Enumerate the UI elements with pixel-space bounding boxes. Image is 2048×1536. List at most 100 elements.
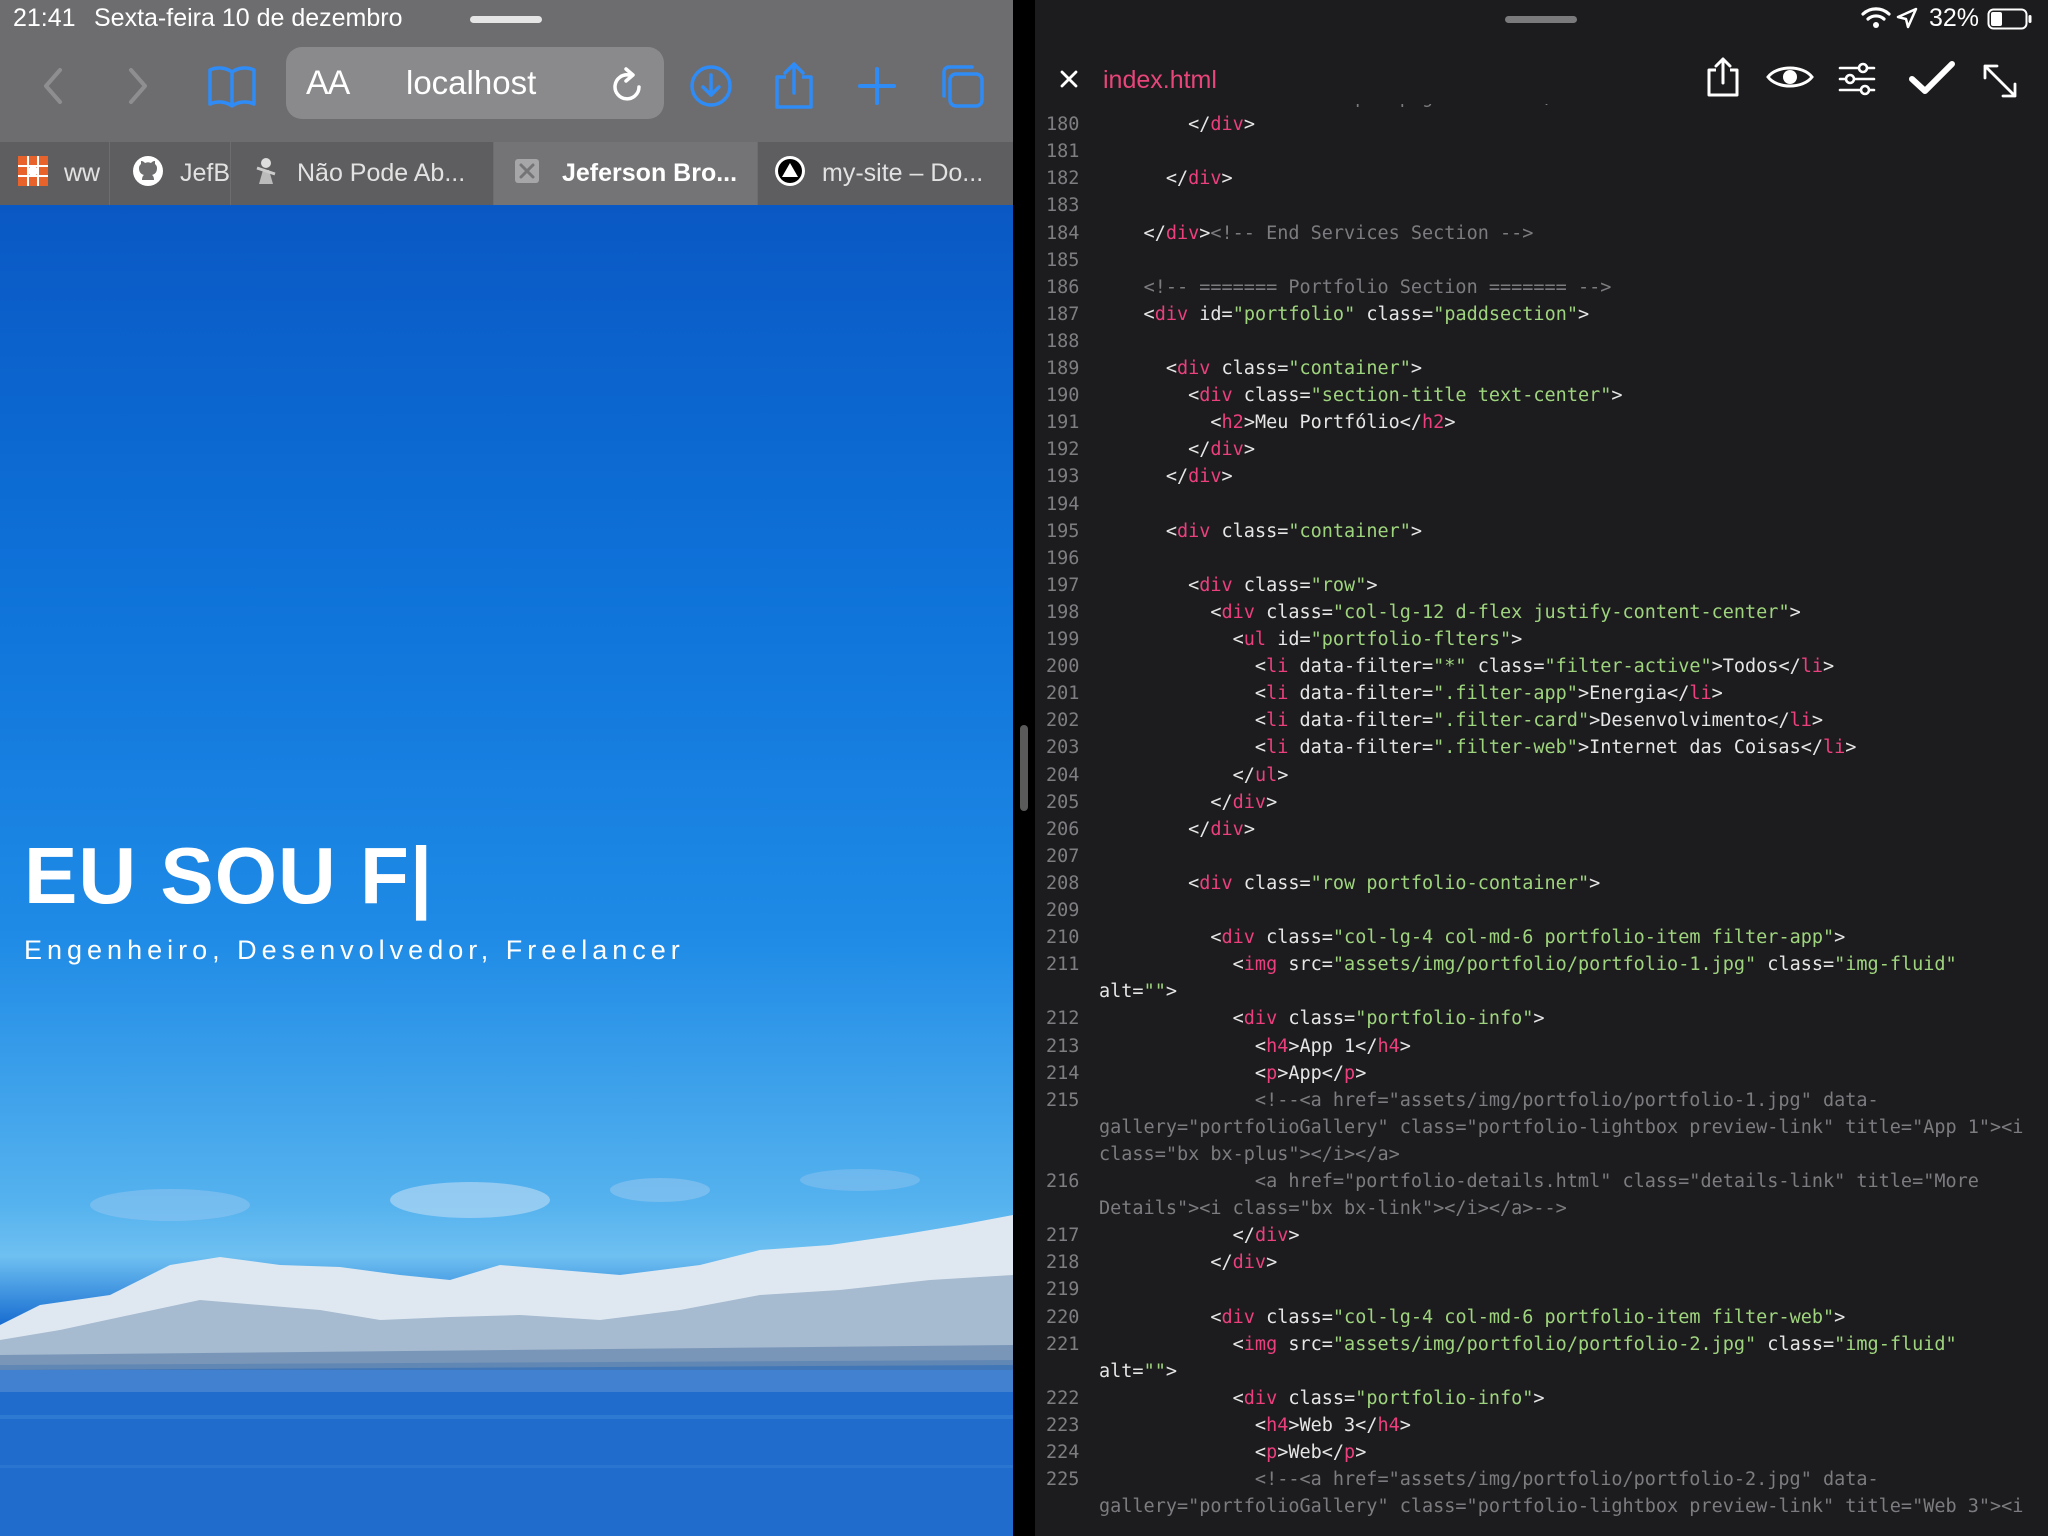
code-line[interactable]: 180 </div> bbox=[1035, 111, 2048, 138]
url-text[interactable]: localhost bbox=[406, 64, 536, 102]
close-icon[interactable] bbox=[1058, 68, 1080, 95]
eye-preview-icon[interactable] bbox=[1765, 62, 1815, 97]
code-line[interactable]: 224 <p>Web</p> bbox=[1035, 1439, 2048, 1466]
multitasking-grabber[interactable] bbox=[1505, 16, 1577, 23]
code-text[interactable]: <div class="portfolio-info"> bbox=[1099, 1005, 1545, 1032]
code-line[interactable]: 192 </div> bbox=[1035, 436, 2048, 463]
code-line[interactable]: 200 <li data-filter="*" class="filter-ac… bbox=[1035, 653, 2048, 680]
share-icon[interactable] bbox=[1705, 56, 1741, 103]
code-text[interactable]: </div> bbox=[1099, 1222, 1300, 1249]
code-text[interactable]: <p>Web</p> bbox=[1099, 1439, 1366, 1466]
code-text[interactable]: <div class="col-lg-4 col-md-6 portfolio-… bbox=[1099, 924, 1845, 951]
code-text[interactable]: <div class="section-title text-center"> bbox=[1099, 382, 1622, 409]
code-line[interactable]: 186 <!-- ======= Portfolio Section =====… bbox=[1035, 274, 2048, 301]
code-line[interactable]: 198 <div class="col-lg-12 d-flex justify… bbox=[1035, 599, 2048, 626]
code-text[interactable]: <img src="assets/img/portfolio/portfolio… bbox=[1099, 1331, 1957, 1358]
expand-icon[interactable] bbox=[1981, 62, 2019, 105]
checkmark-icon[interactable] bbox=[1908, 60, 1956, 101]
text-size-button[interactable]: AA bbox=[306, 64, 350, 103]
code-text[interactable]: <li data-filter="*" class="filter-active… bbox=[1099, 653, 1834, 680]
code-text[interactable]: <div class="container"> bbox=[1099, 355, 1422, 382]
code-text[interactable]: gallery="portfolioGallery" class="portfo… bbox=[1099, 1493, 2023, 1520]
code-text[interactable]: <h2>Meu Portfólio</h2> bbox=[1099, 409, 1455, 436]
tab-overview-icon[interactable] bbox=[934, 58, 990, 114]
code-line[interactable]: 215 <!--<a href="assets/img/portfolio/po… bbox=[1035, 1087, 2048, 1114]
code-text[interactable]: <div class="portfolio-info"> bbox=[1099, 1385, 1545, 1412]
code-line[interactable]: 194 bbox=[1035, 491, 2048, 518]
code-line[interactable]: 185 bbox=[1035, 247, 2048, 274]
code-text[interactable]: <li data-filter=".filter-card">Desenvolv… bbox=[1099, 707, 1823, 734]
code-line[interactable]: 196 bbox=[1035, 545, 2048, 572]
code-line[interactable]: alt=""> bbox=[1035, 1358, 2048, 1385]
forward-icon[interactable] bbox=[110, 58, 166, 114]
code-line[interactable]: 193 </div> bbox=[1035, 463, 2048, 490]
code-line[interactable]: 181 bbox=[1035, 138, 2048, 165]
reload-icon[interactable] bbox=[600, 58, 656, 114]
code-text[interactable]: Details"><i class="bx bx-link"></i></a>-… bbox=[1099, 1195, 1567, 1222]
code-text[interactable]: </div> bbox=[1099, 111, 1255, 138]
code-line[interactable]: 209 bbox=[1035, 897, 2048, 924]
downloads-icon[interactable] bbox=[683, 58, 739, 114]
code-text[interactable]: </div><!-- End Services Section --> bbox=[1099, 220, 1534, 247]
code-line[interactable]: 216 <a href="portfolio-details.html" cla… bbox=[1035, 1168, 2048, 1195]
code-text[interactable]: <h4>App 1</h4> bbox=[1099, 1033, 1411, 1060]
share-icon[interactable] bbox=[766, 58, 822, 114]
multitasking-grabber[interactable] bbox=[470, 16, 542, 23]
code-line[interactable]: 214 <p>App</p> bbox=[1035, 1060, 2048, 1087]
code-line[interactable]: 219 bbox=[1035, 1276, 2048, 1303]
code-line[interactable]: 208 <div class="row portfolio-container"… bbox=[1035, 870, 2048, 897]
code-text[interactable]: <div class="swiper-pagination"></div> bbox=[1099, 104, 1600, 111]
code-line[interactable]: 220 <div class="col-lg-4 col-md-6 portfo… bbox=[1035, 1304, 2048, 1331]
code-line[interactable]: 204 </ul> bbox=[1035, 762, 2048, 789]
code-editor[interactable]: 179 <div class="swiper-pagination"></div… bbox=[1035, 104, 2048, 1536]
code-text[interactable]: </ul> bbox=[1099, 762, 1289, 789]
code-text[interactable]: <div class="row"> bbox=[1099, 572, 1377, 599]
tab-item[interactable]: ww bbox=[0, 142, 109, 205]
code-line[interactable]: Details"><i class="bx bx-link"></i></a>-… bbox=[1035, 1195, 2048, 1222]
code-text[interactable]: </div> bbox=[1099, 436, 1255, 463]
code-text[interactable]: </div> bbox=[1099, 816, 1255, 843]
code-line[interactable]: 212 <div class="portfolio-info"> bbox=[1035, 1005, 2048, 1032]
code-text[interactable]: <ul id="portfolio-flters"> bbox=[1099, 626, 1523, 653]
code-text[interactable]: class="bx bx-plus"></i></a> bbox=[1099, 1141, 1400, 1168]
code-line[interactable]: 188 bbox=[1035, 328, 2048, 355]
code-line[interactable]: 195 <div class="container"> bbox=[1035, 518, 2048, 545]
tab-item[interactable]: Não Pode Ab... bbox=[231, 142, 493, 205]
code-line[interactable]: 223 <h4>Web 3</h4> bbox=[1035, 1412, 2048, 1439]
code-text[interactable]: <p>App</p> bbox=[1099, 1060, 1366, 1087]
code-text[interactable]: <li data-filter=".filter-app">Energia</l… bbox=[1099, 680, 1723, 707]
code-line[interactable]: 203 <li data-filter=".filter-web">Intern… bbox=[1035, 734, 2048, 761]
code-line[interactable]: 183 bbox=[1035, 192, 2048, 219]
code-line[interactable]: alt=""> bbox=[1035, 978, 2048, 1005]
code-text[interactable]: </div> bbox=[1099, 165, 1233, 192]
code-line[interactable]: 225 <!--<a href="assets/img/portfolio/po… bbox=[1035, 1466, 2048, 1493]
code-line[interactable]: 218 </div> bbox=[1035, 1249, 2048, 1276]
code-line[interactable]: 191 <h2>Meu Portfólio</h2> bbox=[1035, 409, 2048, 436]
code-line[interactable]: gallery="portfolioGallery" class="portfo… bbox=[1035, 1493, 2048, 1520]
code-line[interactable]: 205 </div> bbox=[1035, 789, 2048, 816]
code-line[interactable]: 182 </div> bbox=[1035, 165, 2048, 192]
code-text[interactable]: <div class="container"> bbox=[1099, 518, 1422, 545]
code-line[interactable]: 221 <img src="assets/img/portfolio/portf… bbox=[1035, 1331, 2048, 1358]
close-tab-icon[interactable] bbox=[514, 158, 540, 189]
tab-item[interactable]: my-site – Do... bbox=[758, 142, 1013, 205]
code-line[interactable]: 187 <div id="portfolio" class="paddsecti… bbox=[1035, 301, 2048, 328]
back-icon[interactable] bbox=[25, 58, 81, 114]
code-line[interactable]: 179 <div class="swiper-pagination"></div… bbox=[1035, 104, 2048, 111]
code-text[interactable]: <h4>Web 3</h4> bbox=[1099, 1412, 1411, 1439]
code-line[interactable]: 210 <div class="col-lg-4 col-md-6 portfo… bbox=[1035, 924, 2048, 951]
code-text[interactable]: <div id="portfolio" class="paddsection"> bbox=[1099, 301, 1590, 328]
code-text[interactable]: <li data-filter=".filter-web">Internet d… bbox=[1099, 734, 1857, 761]
split-view-handle[interactable] bbox=[1020, 725, 1028, 811]
code-text[interactable]: </div> bbox=[1099, 463, 1233, 490]
code-text[interactable]: alt=""> bbox=[1099, 1358, 1177, 1385]
code-text[interactable]: gallery="portfolioGallery" class="portfo… bbox=[1099, 1114, 2023, 1141]
code-line[interactable]: 199 <ul id="portfolio-flters"> bbox=[1035, 626, 2048, 653]
code-text[interactable]: <!-- ======= Portfolio Section ======= -… bbox=[1099, 274, 1612, 301]
code-line[interactable]: 201 <li data-filter=".filter-app">Energi… bbox=[1035, 680, 2048, 707]
code-line[interactable]: 213 <h4>App 1</h4> bbox=[1035, 1033, 2048, 1060]
new-tab-plus-icon[interactable] bbox=[849, 58, 905, 114]
code-line[interactable]: 207 bbox=[1035, 843, 2048, 870]
code-line[interactable]: 197 <div class="row"> bbox=[1035, 572, 2048, 599]
tab-item[interactable]: JefB bbox=[110, 142, 230, 205]
